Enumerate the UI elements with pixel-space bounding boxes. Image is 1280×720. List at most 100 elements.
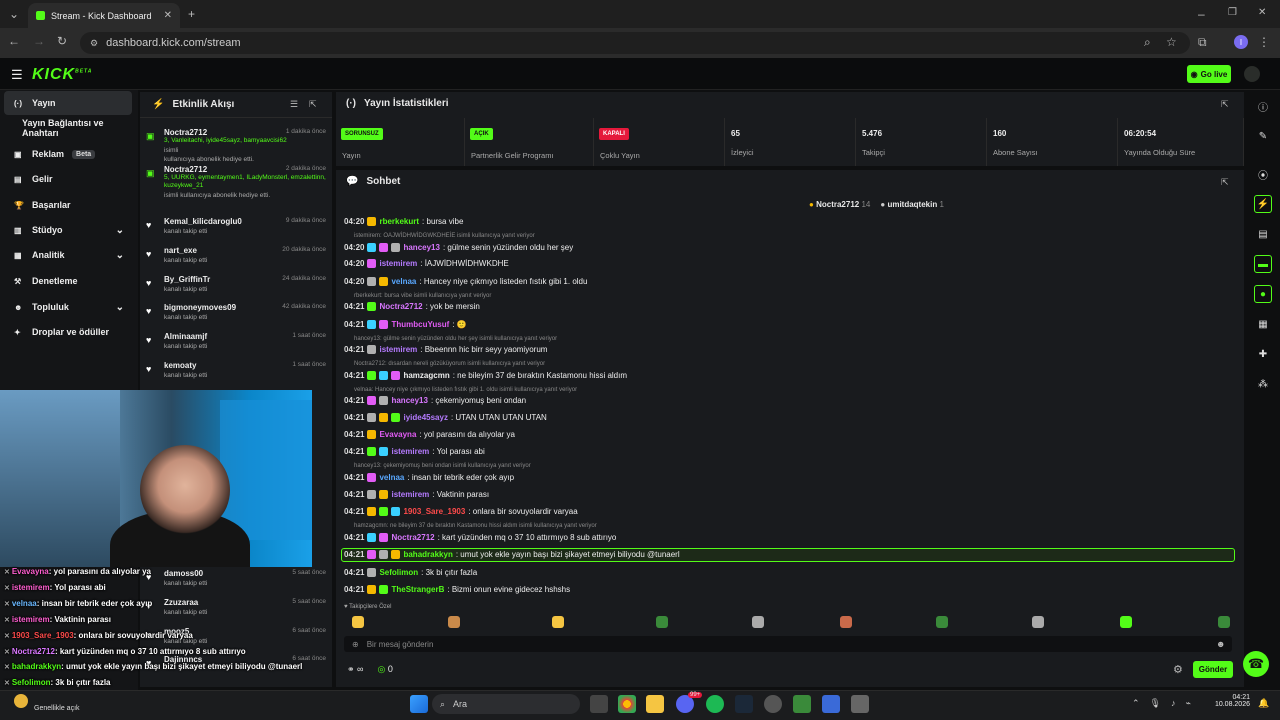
chat-username[interactable]: Noctra2712 [391, 533, 434, 542]
info-icon[interactable]: ⓘ [1254, 97, 1272, 115]
chat-message[interactable]: 04:20 istemirem: İAJWİDHWİDHWKDHE [344, 259, 509, 268]
feed-item[interactable]: ♥ Zzuzaraa 5 saat önce kanalı takip etti [146, 598, 326, 616]
chat-message[interactable]: 04:21 hamzagcmn: ne bileyim 37 de bıraktı… [344, 371, 627, 380]
chat-username[interactable]: istemirem [391, 447, 429, 456]
edit-pencil-icon[interactable]: ✎ [1254, 127, 1272, 145]
chat-username[interactable]: Evavayna [379, 430, 416, 439]
settings-icon[interactable] [851, 695, 869, 713]
close-tab-icon[interactable]: ✕ [164, 10, 172, 21]
sidebar-item[interactable]: ✦ Droplar ve ödüller [4, 320, 132, 344]
chat-message[interactable]: 04:20 velnaa: Hancey niye çıkmıyo listede… [344, 277, 587, 286]
sidebar-item[interactable]: ▥ Stüdyo ⌄ [4, 218, 132, 242]
sound-icon[interactable]: ♪ [1171, 698, 1176, 709]
chat-username[interactable]: rberkekurt [379, 217, 419, 226]
network-icon[interactable]: ⌁ [1185, 698, 1190, 709]
back-icon[interactable]: ← [8, 34, 20, 48]
chat-username[interactable]: iyide45sayz [403, 413, 447, 422]
zoom-icon[interactable]: ⌕ [1144, 35, 1151, 50]
emote-icon[interactable] [352, 616, 364, 628]
stats-toggle-icon[interactable]: ⦁ [1254, 285, 1272, 303]
chat-message[interactable]: 04:21 Noctra2712: kart yüzünden mq o 37 1… [344, 533, 616, 542]
feed-item[interactable]: ♥ bigmoneymoves09 42 dakika önce kanalı tak… [146, 303, 326, 321]
chat-username[interactable]: istemirem [391, 490, 429, 499]
sidebar-item[interactable]: ☻ Topluluk ⌄ [4, 295, 132, 319]
chat-message[interactable]: 04:21 Noctra2712: yok be mersin [344, 302, 480, 311]
chat-message[interactable]: 04:21 ThumbcuYusuf: 🙂 [344, 320, 467, 329]
tray-chevron-icon[interactable]: ⌃ [1132, 698, 1140, 709]
go-live-button[interactable]: ◉ Go live [1187, 65, 1231, 83]
chrome-icon[interactable] [618, 695, 636, 713]
filter-icon[interactable]: ☰ [290, 99, 298, 110]
browser-menu-icon[interactable]: ⋮ [1258, 35, 1270, 49]
maximize-icon[interactable]: ❐ [1228, 7, 1237, 18]
emote-icon[interactable] [448, 616, 460, 628]
chat-popout-icon[interactable]: ⇱ [1221, 177, 1229, 188]
chat-message[interactable]: 04:21 TheStrangerB: Bizmi onun evine gide… [344, 585, 570, 594]
sidebar-item[interactable]: ⚒ Denetleme [4, 269, 132, 293]
emote-icon[interactable] [936, 616, 948, 628]
emote-icon[interactable] [552, 616, 564, 628]
tab-list-icon[interactable]: ⌄ [6, 6, 22, 22]
feed-item[interactable]: ▣ Noctra2712 2 dakika önce 5, UURKG, eyment… [146, 165, 326, 199]
sidebar-item[interactable]: Yayın Bağlantısı ve Anahtarı [4, 116, 132, 140]
taskbar-search[interactable]: ⌕ Ara [432, 694, 580, 714]
chat-message[interactable]: 04:21 istemirem: Yol parası abi [344, 447, 485, 456]
new-tab-icon[interactable]: + [188, 7, 195, 21]
notepad-icon[interactable] [822, 695, 840, 713]
sidebar-item[interactable]: 🏆 Başarılar [4, 193, 132, 217]
feed-item[interactable]: ♥ nart_exe 20 dakika önce kanalı takip etti [146, 246, 326, 264]
chat-username[interactable]: ThumbcuYusuf [391, 320, 449, 329]
feed-item[interactable]: ♥ damoss00 5 saat önce kanalı takip etti [146, 569, 326, 587]
send-button[interactable]: Gönder [1193, 661, 1233, 678]
emoji-picker-icon[interactable]: ⊕ [352, 640, 359, 649]
channel-points[interactable]: ◎ 0 [377, 664, 392, 675]
chat-username[interactable]: Sefolimon [379, 568, 418, 577]
notifications-bell-icon[interactable]: 🔔 [1258, 698, 1269, 709]
media-player-icon[interactable] [793, 695, 811, 713]
chat-message[interactable]: 04:21 1903_Sare_1903: onlara bir sovuyola… [344, 507, 578, 516]
task-view-icon[interactable] [590, 695, 608, 713]
weather-sun-icon[interactable] [14, 694, 28, 708]
chat-username[interactable]: hamzagcmn [403, 371, 449, 380]
emoji-icon[interactable]: ☻ [1216, 639, 1225, 649]
minimize-icon[interactable]: – [1198, 7, 1205, 21]
windows-start-icon[interactable] [410, 695, 428, 713]
extensions-icon[interactable]: ⧉ [1198, 35, 1207, 50]
chat-username[interactable]: 1903_Sare_1903 [403, 507, 465, 516]
chat-toggle-icon[interactable]: ▬ [1254, 255, 1272, 273]
chat-settings-gear-icon[interactable]: ⚙ [1173, 663, 1183, 676]
user-avatar[interactable] [1244, 66, 1260, 82]
spotify-icon[interactable] [706, 695, 724, 713]
site-info-icon[interactable]: ⚙ [90, 38, 98, 49]
wrench-icon[interactable]: ✚ [1254, 345, 1272, 363]
chat-username[interactable]: istemirem [379, 259, 417, 268]
activity-toggle-icon[interactable]: ⚡ [1254, 195, 1272, 213]
chat-message[interactable]: 04:21 velnaa: insan bir tebrik eder çok a… [344, 473, 514, 482]
chat-message[interactable]: 04:21 iyide45sayz: UTAN UTAN UTAN UTAN [344, 413, 547, 422]
browser-tab[interactable]: Stream - Kick Dashboard ✕ [28, 3, 180, 28]
chat-message[interactable]: 04:21 istemirem: Vaktinin parası [344, 490, 489, 499]
connections-icon[interactable]: ⁂ [1254, 375, 1272, 393]
steam-icon[interactable] [735, 695, 753, 713]
chat-message[interactable]: 04:21 hancey13: çekemiyomuş beni ondan [344, 396, 526, 405]
chat-username[interactable]: bahadrakkyn [403, 550, 452, 559]
stats-popout-icon[interactable]: ⇱ [1221, 99, 1229, 110]
feed-item[interactable]: ♥ Alminaamjf 1 saat önce kanalı takip etti [146, 332, 326, 350]
feed-item[interactable]: ▣ Noctra2712 1 dakika önce 3, Vanleitachi, … [146, 128, 326, 163]
chat-message[interactable]: 04:21 istemirem: Bbeennn hic birr seyy ya… [344, 345, 547, 354]
sidebar-item[interactable]: ▤ Gelir [4, 167, 132, 191]
emote-icon[interactable] [1218, 616, 1230, 628]
profile-avatar[interactable]: I [1234, 35, 1248, 49]
chat-username[interactable]: velnaa [379, 473, 404, 482]
chat-message-input[interactable]: ⊕ Bir mesaj gönderin [344, 636, 1232, 652]
clipboard-icon[interactable]: ▤ [1254, 225, 1272, 243]
reload-icon[interactable]: ↻ [57, 34, 67, 48]
emote-icon[interactable] [656, 616, 668, 628]
feed-item[interactable]: ♥ Kemal_kilicdaroglu0 9 dakika önce kanalı … [146, 217, 326, 235]
sidebar-item[interactable]: (·) Yayın [4, 91, 132, 115]
chat-username[interactable]: Noctra2712 [379, 302, 422, 311]
chat-message[interactable]: 04:21 bahadrakkyn: umut yok ekle yayın ba… [344, 550, 680, 559]
address-bar[interactable]: ⚙ dashboard.kick.com/stream [80, 32, 1190, 54]
emote-icon[interactable] [840, 616, 852, 628]
kick-logo[interactable]: KICKBETA [32, 66, 92, 84]
